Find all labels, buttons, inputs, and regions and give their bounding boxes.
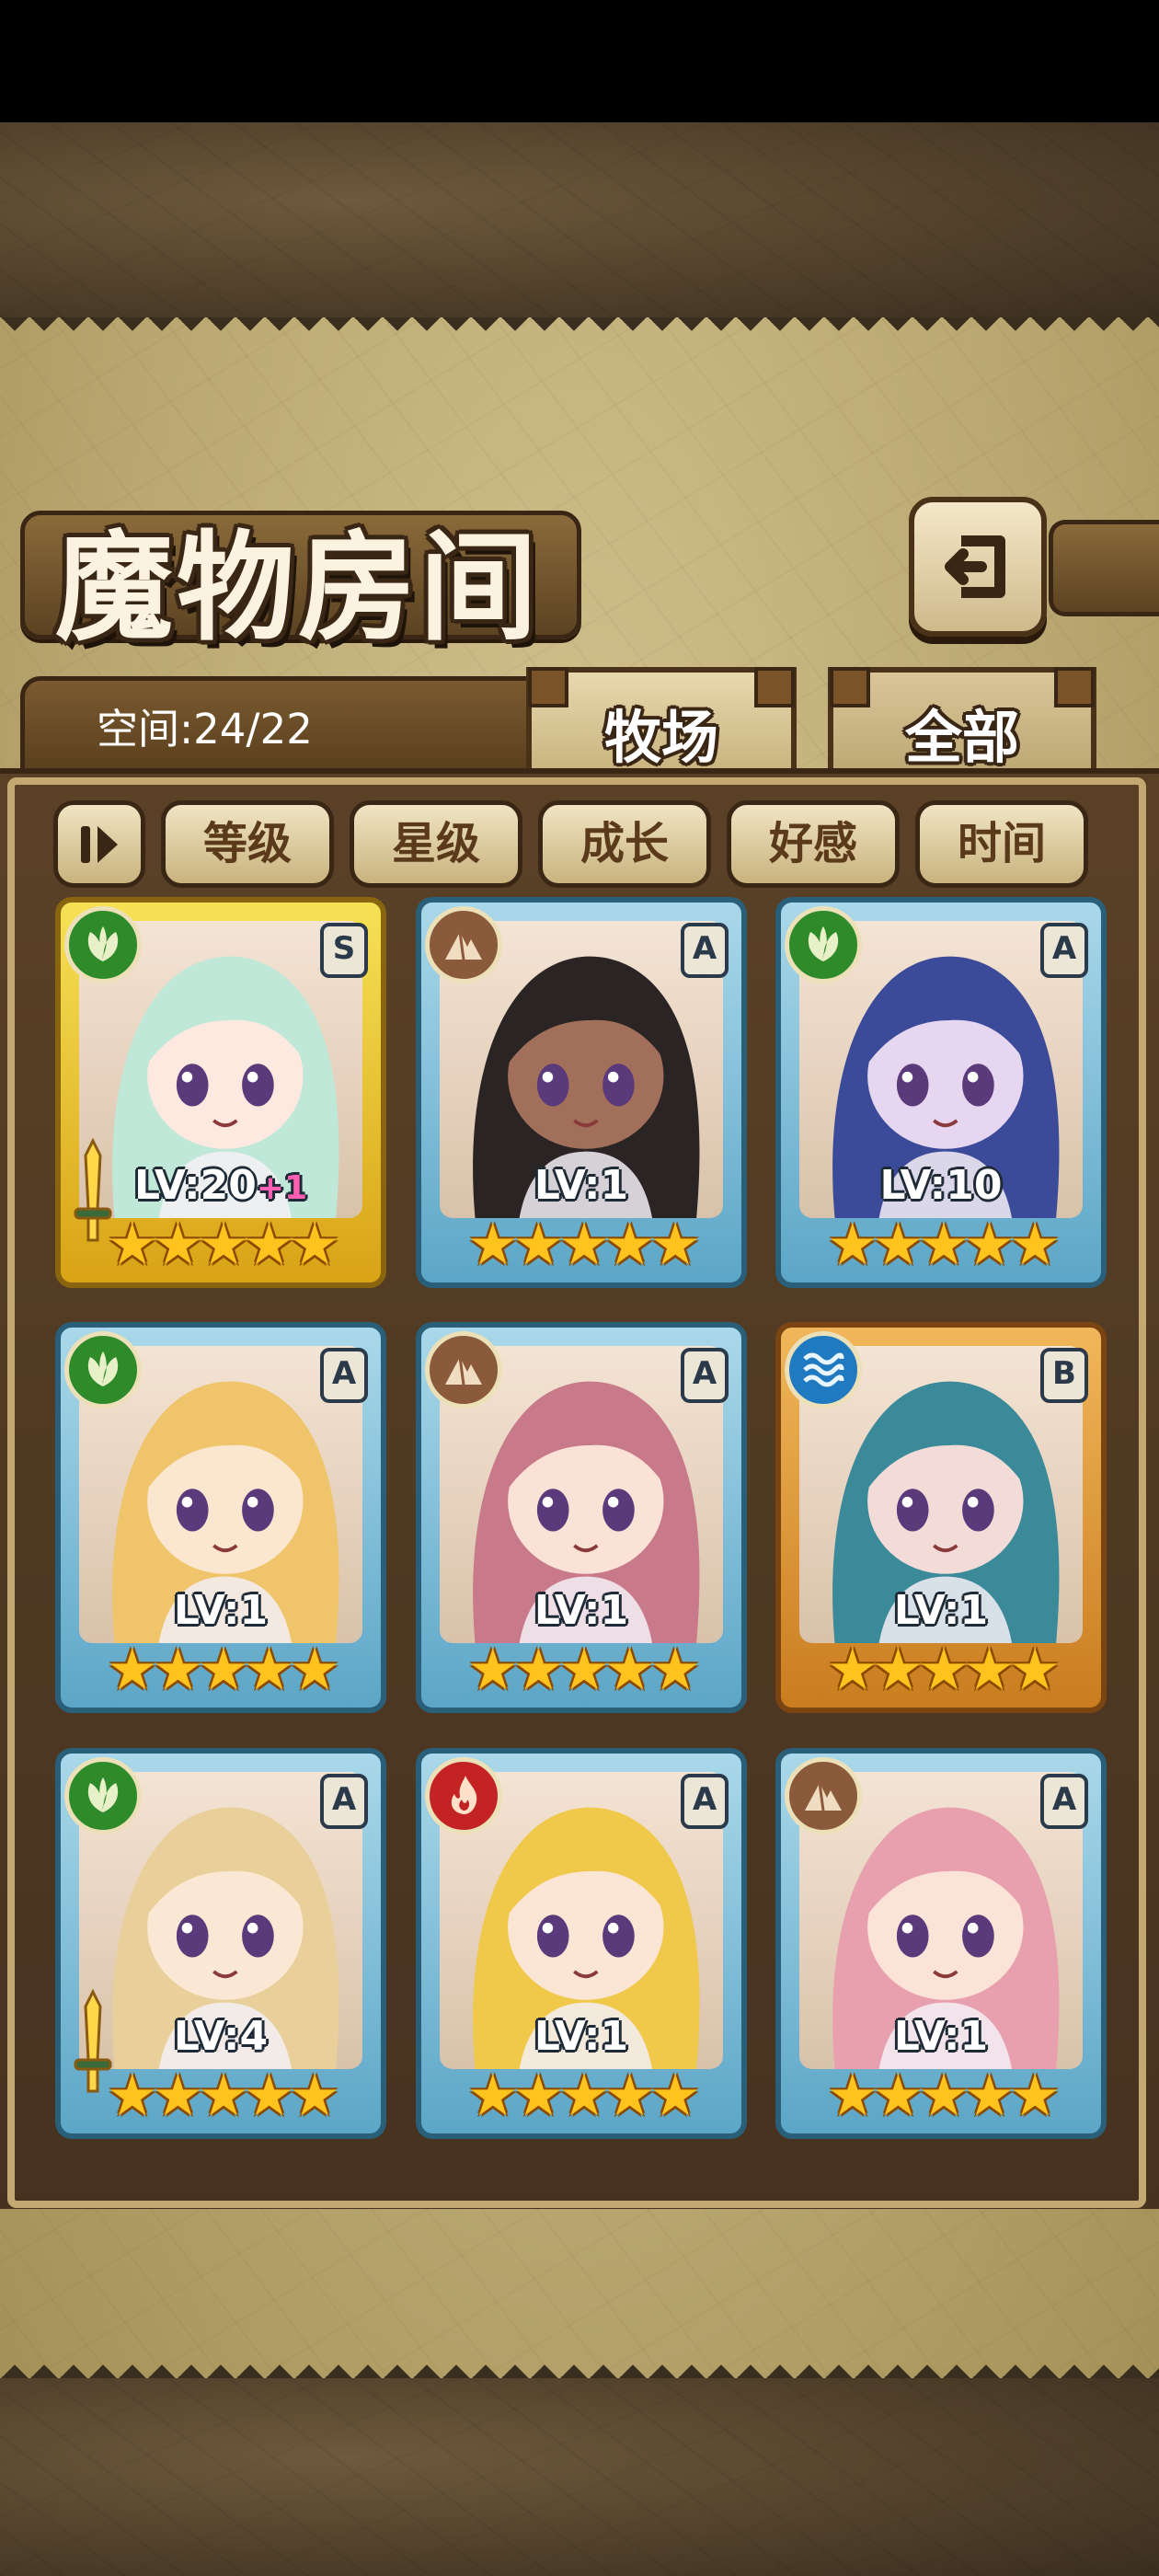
level-value: LV:1 — [534, 1587, 629, 1634]
star-rating: ★★★★★ — [107, 2062, 340, 2129]
rank-badge: A — [681, 923, 729, 978]
element-badge — [64, 1757, 142, 1834]
element-badge — [785, 1757, 862, 1834]
tab-ranch-label: 牧场 — [603, 704, 718, 771]
rank-badge: A — [320, 1774, 368, 1829]
level-value: LV:1 — [893, 1587, 989, 1634]
element-badge — [64, 906, 142, 983]
element-badge — [425, 1331, 502, 1409]
rank-badge: A — [320, 1348, 368, 1403]
monster-level: LV:20+1 — [61, 1162, 381, 1209]
nature-element-icon — [87, 926, 119, 961]
rank-badge: A — [1040, 923, 1088, 978]
element-badge — [425, 1757, 502, 1834]
monster-level: LV:1 — [781, 2013, 1101, 2060]
tab-all-label: 全部 — [904, 704, 1019, 771]
monster-level: LV:1 — [421, 1162, 741, 1209]
monster-card[interactable]: B LV:1 ★★★★★ — [775, 1322, 1107, 1713]
back-button[interactable] — [909, 497, 1047, 637]
level-value: LV:4 — [173, 2013, 269, 2060]
status-bar-area — [0, 0, 1159, 122]
sort-toggle-icon — [81, 825, 118, 863]
element-badge — [785, 906, 862, 983]
level-value: LV:1 — [534, 2013, 629, 2060]
star-rating: ★★★★★ — [827, 1636, 1061, 1703]
earth-element-icon — [445, 1356, 482, 1386]
earth-element-icon — [805, 1782, 842, 1811]
sort-by-growth-button[interactable]: 成长 — [538, 800, 711, 888]
monster-card[interactable]: A LV:1 ★★★★★ — [416, 1748, 747, 2139]
level-value: LV:20 — [133, 1162, 257, 1209]
monster-card[interactable]: A LV:1 ★★★★★ — [775, 1748, 1107, 2139]
map-background-bottom — [0, 2378, 1159, 2576]
monster-level: LV:1 — [421, 1587, 741, 1634]
monster-card[interactable]: A LV:4 ★★★★★ — [55, 1748, 386, 2139]
page-title: 魔物房间 — [55, 520, 542, 657]
sort-by-affection-button[interactable]: 好感 — [727, 800, 900, 888]
nature-element-icon — [87, 1351, 119, 1386]
monster-card[interactable]: A LV:10 ★★★★★ — [775, 897, 1107, 1288]
monster-level: LV:1 — [421, 2013, 741, 2060]
star-rating: ★★★★★ — [827, 1211, 1061, 1278]
level-value: LV:1 — [534, 1162, 629, 1209]
star-rating: ★★★★★ — [107, 1636, 340, 1703]
sort-by-level-button[interactable]: 等级 — [161, 800, 334, 888]
rank-badge: A — [681, 1348, 729, 1403]
monster-level: LV:1 — [61, 1587, 381, 1634]
star-rating: ★★★★★ — [107, 1211, 340, 1278]
rank-badge: B — [1040, 1348, 1088, 1403]
sort-order-toggle[interactable] — [53, 800, 145, 888]
star-rating: ★★★★★ — [467, 1211, 701, 1278]
rank-badge: A — [681, 1774, 729, 1829]
monster-level: LV:10 — [781, 1162, 1101, 1209]
monster-card[interactable]: A LV:1 ★★★★★ — [416, 897, 747, 1288]
earth-element-icon — [445, 931, 482, 960]
monster-card[interactable]: A LV:1 ★★★★★ — [416, 1322, 747, 1713]
back-arrow-icon — [945, 535, 1005, 598]
monster-card[interactable]: S LV:20+1 ★★★★★ — [55, 897, 386, 1288]
space-count: 空间:24/22 — [97, 705, 313, 753]
element-badge — [785, 1331, 862, 1409]
level-value: LV:1 — [173, 1587, 269, 1634]
water-element-icon — [803, 1352, 844, 1387]
monster-level: LV:4 — [61, 2013, 381, 2060]
level-value: LV:1 — [893, 2013, 989, 2060]
star-rating: ★★★★★ — [467, 1636, 701, 1703]
sort-by-time-button[interactable]: 时间 — [915, 800, 1088, 888]
fire-element-icon — [451, 1776, 477, 1814]
nature-element-icon — [87, 1777, 119, 1812]
element-badge — [425, 906, 502, 983]
level-value: LV:10 — [879, 1162, 1003, 1209]
rank-badge: A — [1040, 1774, 1088, 1829]
element-badge — [64, 1331, 142, 1409]
level-bonus: +1 — [256, 1169, 308, 1207]
back-button-rail — [1049, 520, 1159, 616]
star-rating: ★★★★★ — [827, 2062, 1061, 2129]
monster-card[interactable]: A LV:1 ★★★★★ — [55, 1322, 386, 1713]
rank-badge: S — [320, 923, 368, 978]
nature-element-icon — [808, 926, 839, 961]
monster-level: LV:1 — [781, 1587, 1101, 1634]
panel-edge-top — [0, 317, 1159, 343]
panel-edge-bottom — [0, 2352, 1159, 2378]
map-background-top — [0, 122, 1159, 317]
star-rating: ★★★★★ — [467, 2062, 701, 2129]
sort-by-stars-button[interactable]: 星级 — [350, 800, 522, 888]
